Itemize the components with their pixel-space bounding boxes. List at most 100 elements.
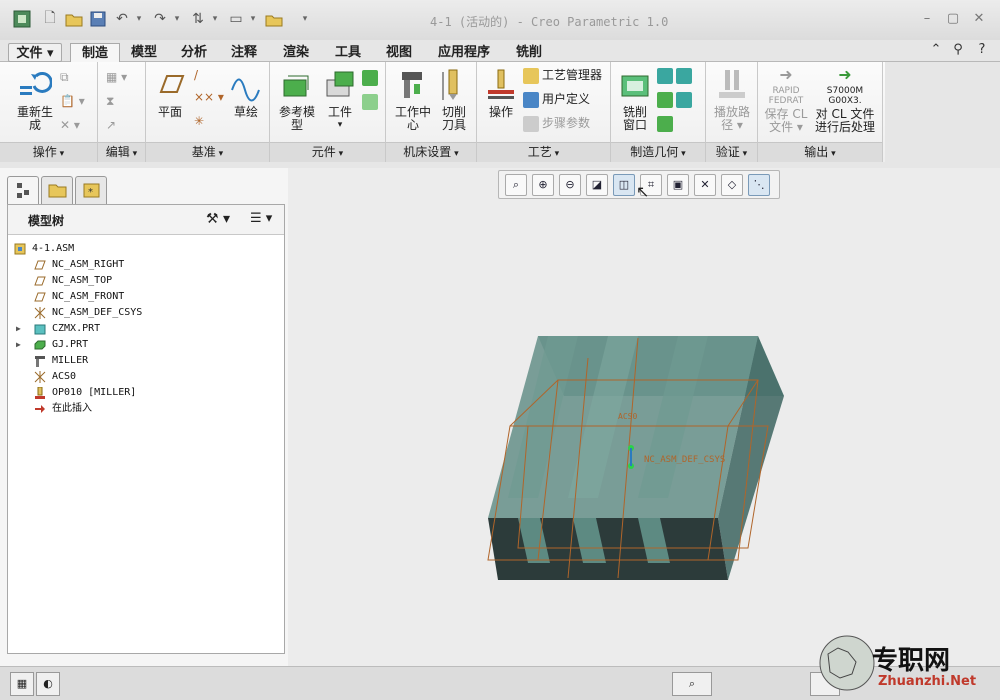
work-center-icon [396, 68, 430, 102]
quick-access-customize-icon[interactable]: ▾ [300, 9, 310, 29]
group-validation: 播放路径 ▾ 验证 [706, 62, 758, 162]
post-process-button[interactable]: ➜ S7000M G00X3. 对 CL 文件 进行后处理 [812, 67, 878, 134]
minimize-ribbon-icon[interactable]: ⌃ [928, 42, 944, 58]
reference-model-button[interactable]: 参考模型 [274, 68, 320, 132]
tab-folder-browser[interactable] [41, 176, 73, 204]
group-datum: 平面 / ×× ▾ ✳ 草绘 基准 [146, 62, 270, 162]
watermark-url: Zhuanzhi.Net [878, 674, 977, 689]
close-icon[interactable]: ✕ [970, 11, 988, 27]
mill-volume-icon[interactable] [657, 66, 695, 86]
graphics-viewport[interactable]: ⌕ ⊕ ⊖ ◪ ◫ ⌗ ▣ ✕ ◇ ⋱ ↖ NC_ASM_DEF_CSYS AC… [288, 168, 1000, 666]
tree-settings-icon[interactable]: ⚒ ▾ [206, 211, 230, 227]
open-folder-icon[interactable] [64, 9, 84, 29]
search-icon[interactable]: ⚲ [950, 42, 966, 58]
expand-arrow-icon[interactable]: ▶ [16, 337, 21, 353]
group-label-edit[interactable]: 编辑 [98, 142, 145, 162]
minimize-icon[interactable]: – [918, 11, 936, 27]
play-path-button[interactable]: 播放路径 ▾ [710, 68, 754, 132]
undo-icon[interactable]: ↶ [112, 9, 132, 29]
tab-annotate[interactable]: 注释 [224, 43, 264, 62]
tab-render[interactable]: 渲染 [276, 43, 316, 62]
group-label-components[interactable]: 元件 [270, 142, 385, 162]
save-icon[interactable] [88, 9, 108, 29]
tab-view[interactable]: 视图 [379, 43, 419, 62]
tab-applications[interactable]: 应用程序 [430, 43, 498, 62]
datum-axis-icon[interactable]: / [194, 66, 198, 86]
tree-row[interactable]: OP010 [MILLER] [8, 385, 284, 401]
toggle-navigator-icon[interactable]: ▦ [10, 672, 34, 696]
datum-csys-icon[interactable]: ✳ [194, 112, 204, 132]
work-center-button[interactable]: 工作中心 [390, 68, 436, 132]
regenerate-button[interactable]: 重新生成 [12, 68, 58, 132]
mill-window-icon [618, 68, 652, 102]
maximize-icon[interactable]: ▢ [944, 11, 962, 27]
find-icon[interactable]: ⌕ [672, 672, 712, 696]
expand-arrow-icon[interactable]: ▶ [16, 321, 21, 337]
tab-favorites[interactable]: * [75, 176, 107, 204]
tab-manufacturing[interactable]: 制造 [70, 43, 120, 63]
tree-row[interactable]: NC_ASM_DEF_CSYS [8, 305, 284, 321]
datum-plane-icon [34, 291, 46, 303]
workpiece-button[interactable]: 工件 ▾ [322, 68, 358, 132]
tab-milling[interactable]: 铣削 [506, 43, 552, 62]
edit-mirror-icon[interactable]: ⧗ [106, 92, 114, 112]
datum-point-icon[interactable]: ×× ▾ [194, 88, 224, 108]
mill-window-button[interactable]: 铣削 窗口 [615, 68, 655, 132]
process-manager-button[interactable]: 工艺管理器 [523, 66, 602, 86]
group-label-validation[interactable]: 验证 [706, 142, 757, 162]
tab-model-tree[interactable] [7, 176, 39, 205]
group-label-datum[interactable]: 基准 [146, 142, 269, 162]
tree-row[interactable]: NC_ASM_FRONT [8, 289, 284, 305]
drill-group-icon[interactable] [657, 114, 676, 134]
group-label-output[interactable]: 输出 [758, 142, 882, 162]
edit-pattern-icon[interactable]: ▦ ▾ [106, 68, 127, 88]
windows-dropdown-icon[interactable]: ▾ [248, 9, 258, 29]
ribbon-tab-row: 文件 ▾ 制造 模型 分析 注释 渲染 工具 视图 应用程序 铣削 ⌃ ⚲ ? [0, 40, 1000, 63]
cutting-tool-button[interactable]: 切削 刀具 [436, 68, 472, 132]
group-label-mfg-geometry[interactable]: 制造几何 [611, 142, 705, 162]
help-icon[interactable]: ? [974, 42, 990, 58]
tree-row[interactable]: ▶ CZMX.PRT [8, 321, 284, 337]
new-file-icon[interactable]: 🗋 [40, 9, 60, 29]
component-assemble-icon[interactable] [362, 68, 381, 88]
tab-model[interactable]: 模型 [124, 43, 164, 62]
sketch-button[interactable]: 草绘 [228, 68, 264, 119]
plane-button[interactable]: 平面 [152, 68, 188, 119]
group-label-machine-setup[interactable]: 机床设置 [386, 142, 476, 162]
tree-row[interactable]: NC_ASM_TOP [8, 273, 284, 289]
regenerate-quick-icon[interactable]: ⇅ [188, 9, 208, 29]
tree-row[interactable]: ▶ GJ.PRT [8, 337, 284, 353]
operation-button[interactable]: 操作 [481, 68, 521, 119]
undo-dropdown-icon[interactable]: ▾ [134, 9, 144, 29]
tab-tools[interactable]: 工具 [328, 43, 368, 62]
tree-row[interactable]: ACS0 [8, 369, 284, 385]
group-label-process[interactable]: 工艺 [477, 142, 610, 162]
tree-row[interactable]: 4-1.ASM [8, 241, 284, 257]
close-window-icon[interactable] [264, 9, 284, 29]
mill-surface-icon[interactable] [657, 90, 695, 110]
tree-row[interactable]: 在此插入 [8, 401, 284, 417]
user-defined-button[interactable]: 用户定义 [523, 90, 590, 110]
redo-icon[interactable]: ↷ [150, 9, 170, 29]
copy-icon[interactable]: ⧉ [60, 68, 69, 88]
edit-transform-icon[interactable]: ↗ [106, 116, 116, 136]
tree-row[interactable]: NC_ASM_RIGHT [8, 257, 284, 273]
tree-columns-icon[interactable]: ☰ ▾ [250, 211, 272, 226]
windows-icon[interactable]: ▭ [226, 9, 246, 29]
group-process: 操作 工艺管理器 用户定义 步骤参数 工艺 [477, 62, 611, 162]
redo-dropdown-icon[interactable]: ▾ [172, 9, 182, 29]
tree-row-label: NC_ASM_TOP [52, 275, 113, 286]
component-create-icon[interactable] [362, 92, 381, 112]
save-cl-file-button[interactable]: ➜ RAPID FEDRAT 保存 CL 文件 ▾ [760, 67, 812, 134]
tab-analysis[interactable]: 分析 [174, 43, 214, 62]
paste-icon[interactable]: 📋 ▾ [60, 92, 85, 112]
toggle-browser-icon[interactable]: ◐ [36, 672, 60, 696]
delete-icon[interactable]: ✕ ▾ [60, 116, 80, 136]
regenerate-dropdown-icon[interactable]: ▾ [210, 9, 220, 29]
tab-file[interactable]: 文件 ▾ [8, 43, 62, 62]
group-edit: ▦ ▾ ⧗ ↗ 编辑 [98, 62, 146, 162]
tree-row[interactable]: MILLER [8, 353, 284, 369]
datum-plane-icon [153, 68, 187, 102]
group-label-operations[interactable]: 操作 [0, 142, 97, 162]
step-params-button[interactable]: 步骤参数 [523, 114, 590, 134]
